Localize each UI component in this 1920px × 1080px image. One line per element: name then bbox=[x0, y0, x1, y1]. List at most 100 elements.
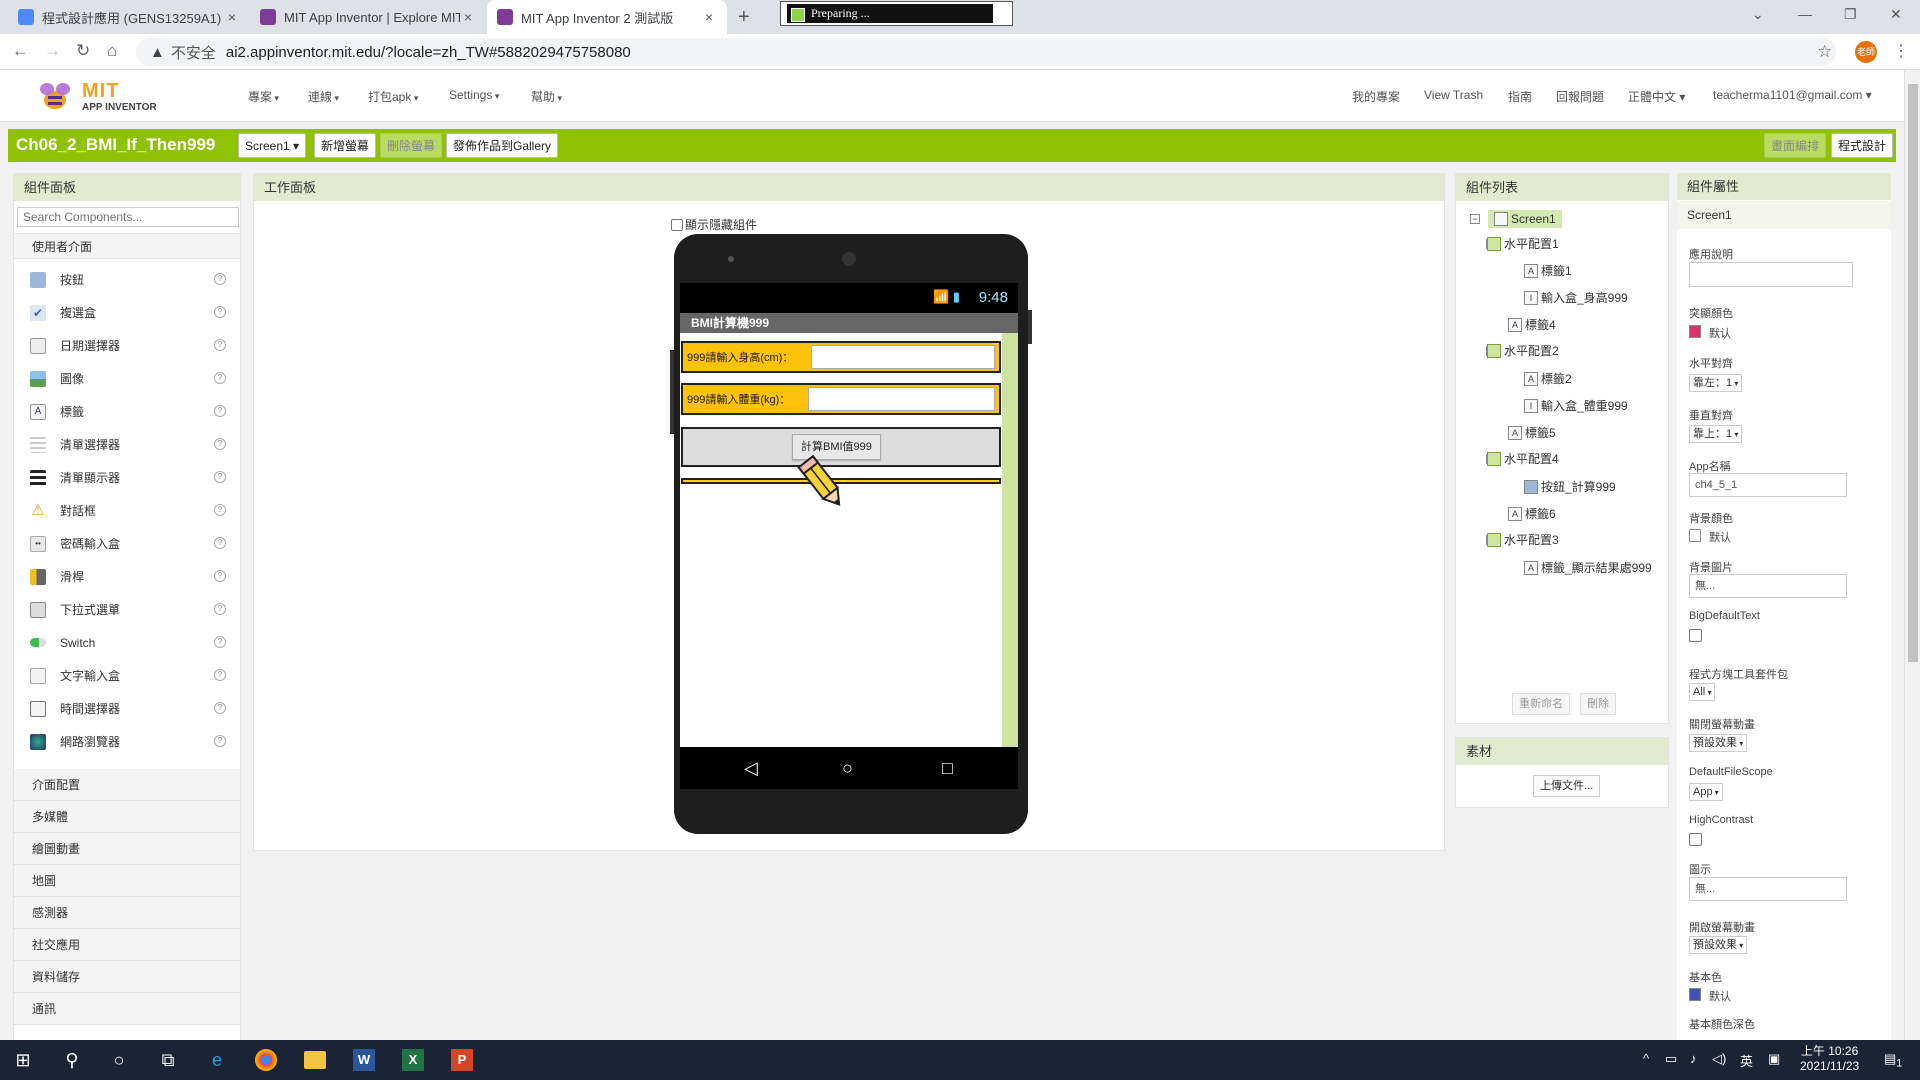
help-icon[interactable]: ? bbox=[214, 306, 226, 318]
menu-settings[interactable]: Settings bbox=[449, 88, 499, 102]
tree-node-ha1[interactable]: − 水平配置1 bbox=[1486, 235, 1559, 252]
browser-menu-icon[interactable]: ⋮ bbox=[1893, 41, 1909, 61]
help-icon[interactable]: ? bbox=[214, 636, 226, 648]
help-icon[interactable]: ? bbox=[214, 735, 226, 747]
palette-item-datepicker[interactable]: 日期選擇器? bbox=[14, 329, 240, 362]
palette-item-image[interactable]: 圖像? bbox=[14, 362, 240, 395]
prop-primary-value[interactable]: 默认 bbox=[1709, 988, 1731, 1004]
horizontal-arrangement-weight[interactable]: 999請輸入體重(kg)： bbox=[681, 383, 1001, 415]
link-my-projects[interactable]: 我的專案 bbox=[1352, 88, 1400, 105]
prop-icon-picker[interactable]: 無... bbox=[1689, 877, 1847, 901]
minimize-icon[interactable]: — bbox=[1798, 6, 1812, 22]
category-layout[interactable]: 介面配置 bbox=[14, 769, 240, 801]
tab-close-icon[interactable]: × bbox=[701, 9, 717, 25]
menu-build[interactable]: 打包apk bbox=[368, 88, 418, 105]
task-view-icon[interactable]: ⧉ bbox=[157, 1049, 179, 1071]
notification-icon[interactable]: ▤1 bbox=[1884, 1051, 1902, 1070]
tree-node-label1[interactable]: A 標籤1 bbox=[1524, 262, 1572, 279]
prop-close-anim-select[interactable]: 預設效果 bbox=[1689, 734, 1748, 752]
mit-logo[interactable]: MIT APP INVENTOR bbox=[38, 76, 178, 116]
ime-mode-icon[interactable]: ▣ bbox=[1768, 1051, 1780, 1067]
weight-textbox[interactable] bbox=[808, 387, 995, 411]
category-storage[interactable]: 資料儲存 bbox=[14, 961, 240, 993]
link-guide[interactable]: 指南 bbox=[1508, 88, 1532, 105]
powerpoint-icon[interactable]: P bbox=[451, 1049, 473, 1071]
palette-item-listpicker[interactable]: 清單選擇器? bbox=[14, 428, 240, 461]
tree-node-ha4[interactable]: − 水平配置4 bbox=[1486, 450, 1559, 467]
horizontal-arrangement-height[interactable]: 999請輸入身高(cm)： bbox=[681, 341, 1001, 373]
tab-close-icon[interactable]: × bbox=[224, 9, 240, 25]
tree-node-ha2[interactable]: − 水平配置2 bbox=[1486, 342, 1559, 359]
blocks-button[interactable]: 程式設計 bbox=[1831, 133, 1894, 158]
designer-button[interactable]: 畫面編排 bbox=[1764, 133, 1827, 158]
menu-project[interactable]: 專案 bbox=[248, 88, 279, 105]
help-icon[interactable]: ? bbox=[214, 504, 226, 516]
category-media[interactable]: 多媒體 bbox=[14, 801, 240, 833]
tree-node-label5[interactable]: A 標籤5 bbox=[1508, 424, 1556, 441]
prop-align-h-select[interactable]: 靠左：1 bbox=[1689, 374, 1743, 392]
tab-close-icon[interactable]: × bbox=[460, 9, 476, 25]
help-icon[interactable]: ? bbox=[214, 471, 226, 483]
component-search-input[interactable] bbox=[17, 207, 239, 227]
category-drawing[interactable]: 繪圖動畫 bbox=[14, 833, 240, 865]
edge-icon[interactable]: e bbox=[206, 1049, 228, 1071]
word-icon[interactable]: W bbox=[353, 1049, 375, 1071]
menu-connect[interactable]: 連線 bbox=[308, 88, 339, 105]
help-icon[interactable]: ? bbox=[214, 405, 226, 417]
palette-item-listview[interactable]: 清單顯示器? bbox=[14, 461, 240, 494]
help-icon[interactable]: ? bbox=[214, 339, 226, 351]
tree-node-label6[interactable]: A 標籤6 bbox=[1508, 505, 1556, 522]
page-scrollbar[interactable] bbox=[1904, 70, 1920, 1040]
excel-icon[interactable]: X bbox=[402, 1049, 424, 1071]
palette-item-slider[interactable]: 滑桿? bbox=[14, 560, 240, 593]
add-screen-button[interactable]: 新增螢幕 bbox=[314, 133, 377, 158]
screen-select[interactable]: Screen1 ▾ bbox=[238, 133, 307, 158]
upload-file-button[interactable]: 上傳文件... bbox=[1533, 775, 1601, 797]
palette-item-label[interactable]: A 標籤? bbox=[14, 395, 240, 428]
height-textbox[interactable] bbox=[811, 345, 995, 369]
tree-node-screen[interactable]: − Screen1 bbox=[1470, 210, 1562, 228]
link-view-trash[interactable]: View Trash bbox=[1424, 88, 1483, 102]
ime-indicator[interactable]: 英 bbox=[1740, 1051, 1753, 1070]
rename-button[interactable]: 重新命名 bbox=[1512, 693, 1570, 715]
help-icon[interactable]: ? bbox=[214, 603, 226, 615]
cortana-icon[interactable]: ○ bbox=[108, 1049, 130, 1071]
clock[interactable]: 上午 10:26 2021/11/23 bbox=[1800, 1044, 1859, 1074]
palette-item-button[interactable]: 按鈕? bbox=[14, 263, 240, 296]
windows-start-icon[interactable]: ⊞ bbox=[12, 1049, 34, 1071]
category-connectivity[interactable]: 通訊 bbox=[14, 993, 240, 1025]
language-menu[interactable]: 正體中文 ▾ bbox=[1628, 88, 1685, 105]
new-tab-button[interactable]: + bbox=[738, 6, 750, 29]
show-hidden-checkbox[interactable]: 顯示隱藏組件 bbox=[671, 216, 757, 233]
tree-node-label2[interactable]: A 標籤2 bbox=[1524, 370, 1572, 387]
prop-filescope-select[interactable]: App bbox=[1689, 783, 1723, 801]
remove-screen-button[interactable]: 刪除螢幕 bbox=[380, 133, 443, 158]
tab-search-chevron-icon[interactable]: ⌄ bbox=[1752, 6, 1764, 23]
bookmark-star-icon[interactable]: ☆ bbox=[1817, 42, 1832, 62]
palette-item-textbox[interactable]: 文字輸入盒? bbox=[14, 659, 240, 692]
search-icon[interactable]: ⚲ bbox=[61, 1049, 83, 1071]
browser-tab-course[interactable]: 程式設計應用 (GENS13259A1) × bbox=[8, 0, 250, 34]
prop-bgcolor-value[interactable]: 默认 bbox=[1709, 529, 1731, 545]
category-social[interactable]: 社交應用 bbox=[14, 929, 240, 961]
tree-node-label4[interactable]: A 標籤4 bbox=[1508, 316, 1556, 333]
reload-icon[interactable]: ↻ bbox=[76, 41, 90, 61]
url-field[interactable]: ▲ 不安全 ai2.appinventor.mit.edu/?locale=zh… bbox=[136, 38, 1836, 66]
volume-icon[interactable]: ◁) bbox=[1712, 1051, 1726, 1067]
account-menu[interactable]: teacherma1101@gmail.com ▾ bbox=[1713, 88, 1872, 102]
forward-icon[interactable]: → bbox=[44, 41, 61, 61]
scrollbar-thumb[interactable] bbox=[1908, 84, 1918, 662]
category-maps[interactable]: 地圖 bbox=[14, 865, 240, 897]
prop-highcontrast-checkbox[interactable] bbox=[1689, 833, 1702, 846]
help-icon[interactable]: ? bbox=[214, 570, 226, 582]
category-sensors[interactable]: 感測器 bbox=[14, 897, 240, 929]
window-close-icon[interactable]: ✕ bbox=[1890, 6, 1902, 23]
home-icon[interactable]: ⌂ bbox=[107, 41, 117, 61]
profile-avatar[interactable]: 老師 bbox=[1855, 41, 1877, 63]
delete-button[interactable]: 刪除 bbox=[1580, 693, 1616, 715]
tree-node-button-calc[interactable]: 按鈕_計算999 bbox=[1524, 478, 1616, 495]
help-icon[interactable]: ? bbox=[214, 702, 226, 714]
palette-item-switch[interactable]: Switch? bbox=[14, 626, 240, 659]
tree-node-textbox-height[interactable]: I 輸入盒_身高999 bbox=[1524, 289, 1628, 306]
tree-node-label-result[interactable]: A 標籤_顯示結果處999 bbox=[1524, 559, 1652, 576]
